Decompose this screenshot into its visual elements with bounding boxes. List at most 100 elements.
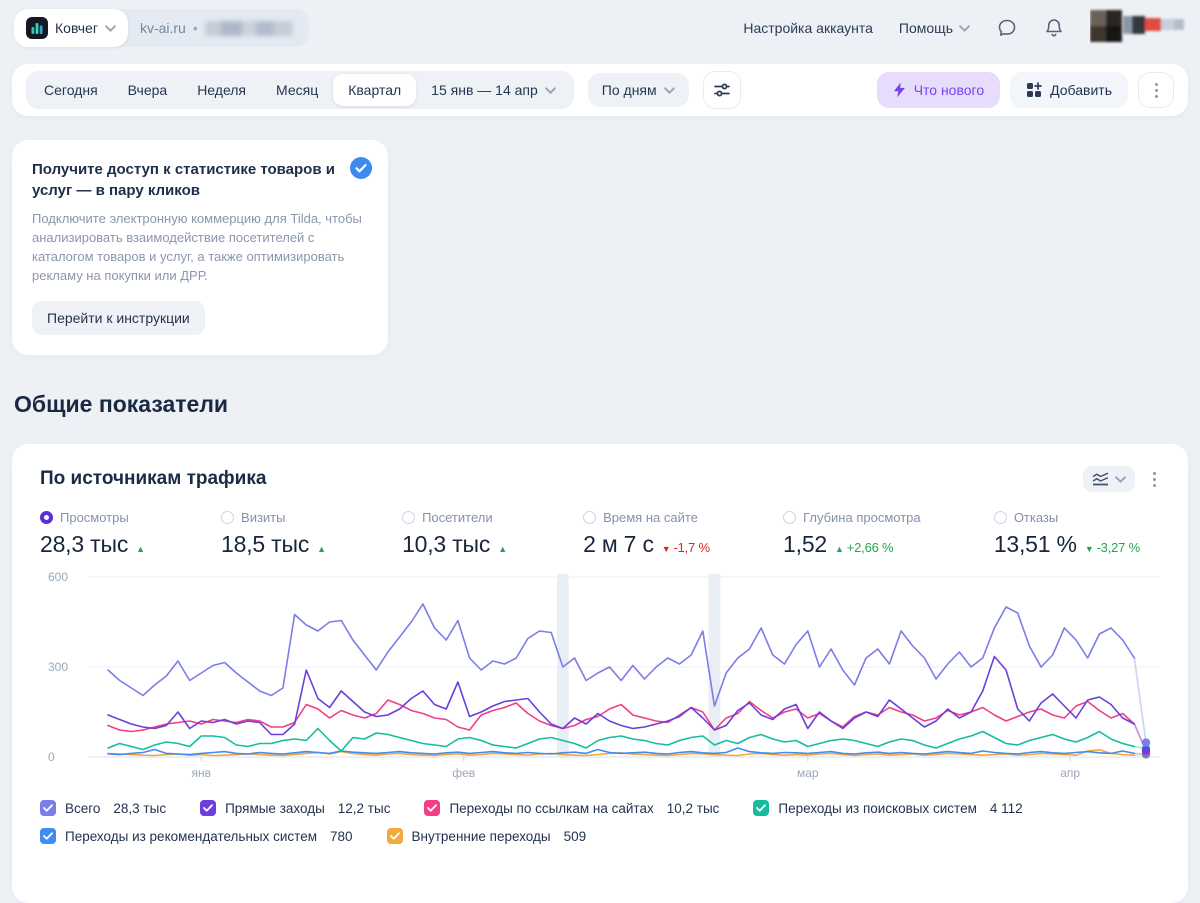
date-range-label: 15 янв — 14 апр [431,82,538,98]
granularity-select[interactable]: По дням [587,73,689,107]
x-axis-label: янв [191,766,212,781]
metrica-logo-icon [26,17,48,39]
legend-checkbox[interactable] [40,828,56,845]
metric-delta: ▲ +2,66 % [835,540,894,556]
check-icon [43,832,53,840]
grid-plus-icon [1027,82,1042,97]
section-title: Общие показатели [14,391,229,418]
metric-tab[interactable]: Отказы 13,51 % ▼ -3,27 % [993,510,1140,558]
legend-item[interactable]: Внутренние переходы 509 [386,828,587,845]
check-icon [389,832,400,840]
ecommerce-promo-card: Получите доступ к статистике товаров и у… [12,140,388,356]
legend-checkbox[interactable] [386,828,403,845]
legend-value: 509 [563,828,587,844]
metric-radio[interactable] [221,511,235,525]
legend-value: 28,3 тыс [113,800,167,816]
metric-tabs: Просмотры 28,3 тыс ▲ Визиты 18,5 тыс ▲ П… [40,510,1160,558]
check-icon [43,804,53,812]
metric-radio[interactable] [402,511,416,525]
legend-value: 780 [330,828,353,844]
metric-radio[interactable] [583,511,597,525]
legend-item[interactable]: Переходы из рекомендательных систем 780 [40,828,353,845]
legend-label: Переходы по ссылкам на сайтах [449,800,654,816]
metric-tab[interactable]: Посетители 10,3 тыс ▲ [402,510,510,558]
counter-domain[interactable]: kv-ai.ru [140,20,186,36]
legend-row-1: Всего 28,3 тыс Прямые заходы 12,2 тыс Пе… [40,800,1160,817]
legend-checkbox[interactable] [424,800,441,817]
legend-label: Всего [65,800,101,816]
chevron-down-icon [959,24,970,32]
date-range-button[interactable]: 15 янв — 14 апр [416,74,571,106]
metric-radio[interactable] [993,511,1007,525]
metric-value: 18,5 тыс [221,531,310,558]
user-avatar[interactable] [1090,8,1186,49]
traffic-plot[interactable] [88,574,1160,764]
legend-checkbox[interactable] [200,800,217,817]
header-actions: Настройка аккаунта Помощь [743,8,1186,49]
y-axis-label: 300 [48,660,69,675]
promo-instruction-button[interactable]: Перейти к инструкции [32,301,205,336]
toolbar-kebab-menu[interactable] [1138,72,1174,108]
metric-label: Отказы [1013,510,1059,526]
metric-tab[interactable]: Визиты 18,5 тыс ▲ [221,510,329,558]
metric-delta: ▲ [498,544,510,554]
period-tab-1[interactable]: Вчера [113,74,183,106]
legend-value: 12,2 тыс [337,800,391,816]
chevron-down-icon [663,86,675,94]
legend-label: Переходы из поисковых систем [778,800,977,816]
counter-name: Ковчег [55,20,98,36]
legend-row-2: Переходы из рекомендательных систем 780 … [40,828,1160,845]
legend-item[interactable]: Переходы по ссылкам на сайтах 10,2 тыс [424,800,720,817]
legend-label: Переходы из рекомендательных систем [65,828,317,844]
whats-new-button[interactable]: Что нового [876,72,1001,108]
add-label: Добавить [1050,82,1112,98]
legend-item[interactable]: Всего 28,3 тыс [40,800,167,817]
metric-tab[interactable]: Время на сайте 2 м 7 с ▼ -1,7 % [583,510,710,558]
legend-value: 10,2 тыс [666,800,720,816]
segment-filters-button[interactable] [702,71,741,109]
metric-label: Время на сайте [603,510,698,526]
line-chart-icon [1092,472,1109,486]
legend-checkbox[interactable] [40,800,56,817]
period-tab-3[interactable]: Месяц [261,74,333,106]
lightning-icon [893,82,905,98]
metric-label: Глубина просмотра [803,510,921,526]
check-icon [203,804,213,812]
legend-checkbox[interactable] [753,800,770,817]
counter-switcher[interactable]: Ковчег [14,9,128,47]
metric-label: Просмотры [60,510,129,526]
check-icon [756,804,767,812]
metric-delta: ▼ -1,7 % [661,540,710,556]
chart-type-select[interactable] [1083,466,1135,493]
top-header: Ковчег kv-ai.ru • Настройка аккаунта Пом… [0,0,1200,56]
promo-title: Получите доступ к статистике товаров и у… [32,161,335,199]
y-axis-label: 0 [48,750,55,765]
x-axis-label: мар [796,766,819,781]
account-settings-link[interactable]: Настройка аккаунта [743,20,873,36]
help-menu[interactable]: Помощь [899,20,970,36]
metric-tab[interactable]: Просмотры 28,3 тыс ▲ [40,510,148,558]
chart-legend: Всего 28,3 тыс Прямые заходы 12,2 тыс Пе… [40,800,1160,845]
trend-arrow-icon: ▲ [317,544,326,555]
add-widget-button[interactable]: Добавить [1010,72,1128,108]
y-axis-label: 600 [48,570,69,585]
x-axis-label: фев [452,766,476,781]
period-tab-4[interactable]: Квартал [333,74,417,106]
card-kebab-menu[interactable] [1149,468,1160,491]
period-tab-0[interactable]: Сегодня [29,74,113,106]
legend-item[interactable]: Прямые заходы 12,2 тыс [200,800,391,817]
trend-arrow-icon: ▲ [835,544,844,555]
notifications-bell-icon[interactable] [1044,17,1064,39]
period-tab-2[interactable]: Неделя [182,74,261,106]
whats-new-label: Что нового [913,82,985,98]
chevron-down-icon [1115,476,1126,483]
check-icon [427,804,438,812]
metric-radio[interactable] [783,511,797,525]
chat-icon[interactable] [996,17,1018,39]
metric-radio[interactable] [40,511,53,525]
metric-delta: ▲ [136,544,148,554]
legend-item[interactable]: Переходы из поисковых систем 4 112 [753,800,1023,817]
traffic-chart: 600 300 0 янв фев мар апр [40,570,1160,786]
metric-tab[interactable]: Глубина просмотра 1,52 ▲ +2,66 % [783,510,921,558]
metric-label: Визиты [241,510,286,526]
